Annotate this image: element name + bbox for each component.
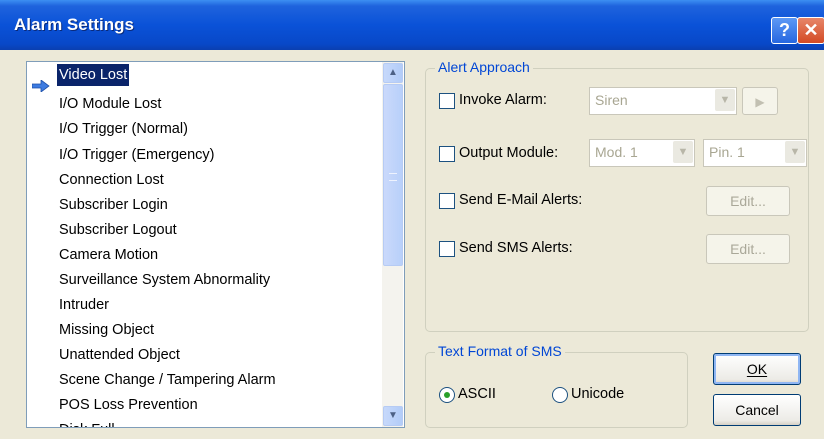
sms-edit-button[interactable]: Edit... bbox=[706, 234, 790, 264]
list-item-disk-full[interactable]: Disk Full bbox=[59, 419, 115, 427]
email-edit-button[interactable]: Edit... bbox=[706, 186, 790, 216]
close-button[interactable]: ✕ bbox=[797, 17, 824, 44]
chevron-down-icon: ▼ bbox=[785, 141, 805, 163]
alarm-sound-value: Siren bbox=[595, 92, 628, 108]
list-item-subscriber-logout[interactable]: Subscriber Logout bbox=[59, 219, 177, 241]
ascii-radio[interactable] bbox=[439, 387, 455, 403]
sms-format-title: Text Format of SMS bbox=[435, 343, 565, 359]
email-alerts-checkbox[interactable] bbox=[439, 193, 455, 209]
list-scrollbar[interactable]: ▲ ▼ bbox=[382, 62, 403, 427]
list-item-camera-motion[interactable]: Camera Motion bbox=[59, 244, 158, 266]
sms-alerts-label: Send SMS Alerts: bbox=[459, 240, 573, 256]
scroll-thumb[interactable] bbox=[383, 84, 403, 266]
scroll-up-icon[interactable]: ▲ bbox=[383, 63, 403, 83]
unicode-radio-label: Unicode bbox=[571, 386, 625, 402]
list-item-intruder[interactable]: Intruder bbox=[59, 294, 109, 316]
chevron-down-icon: ▼ bbox=[673, 141, 693, 163]
list-item-subscriber-login[interactable]: Subscriber Login bbox=[59, 194, 168, 216]
alert-approach-title: Alert Approach bbox=[435, 59, 533, 75]
output-pin-value: Pin. 1 bbox=[709, 144, 745, 160]
cancel-label: Cancel bbox=[735, 402, 779, 418]
sms-alerts-checkbox[interactable] bbox=[439, 241, 455, 257]
alarm-settings-dialog: Alarm Settings ? ✕ Video Lost I/O Module… bbox=[0, 0, 824, 439]
ascii-radio-label: ASCII bbox=[458, 386, 496, 402]
list-item-io-trigger-emergency[interactable]: I/O Trigger (Emergency) bbox=[59, 144, 215, 166]
list-item-surveillance-system-abnormality[interactable]: Surveillance System Abnormality bbox=[59, 269, 270, 291]
unicode-radio[interactable] bbox=[552, 387, 568, 403]
play-icon: ▶ bbox=[755, 95, 765, 109]
email-alerts-label: Send E-Mail Alerts: bbox=[459, 192, 583, 208]
list-item-io-trigger-normal[interactable]: I/O Trigger (Normal) bbox=[59, 118, 188, 140]
ok-button[interactable]: OK bbox=[713, 353, 801, 385]
output-module-label: Output Module: bbox=[459, 145, 559, 161]
output-module-select[interactable]: Mod. 1 ▼ bbox=[589, 139, 695, 167]
scroll-down-icon[interactable]: ▼ bbox=[383, 406, 403, 426]
play-alarm-button[interactable]: ▶ bbox=[742, 87, 778, 115]
output-module-checkbox[interactable] bbox=[439, 146, 455, 162]
help-button[interactable]: ? bbox=[771, 17, 798, 44]
cancel-button[interactable]: Cancel bbox=[713, 394, 801, 426]
alarm-type-list[interactable]: Video Lost I/O Module Lost I/O Trigger (… bbox=[26, 61, 405, 428]
window-title: Alarm Settings bbox=[14, 15, 134, 34]
selected-arrow-icon bbox=[32, 80, 50, 92]
list-item-video-lost[interactable]: Video Lost bbox=[55, 63, 131, 87]
chevron-down-icon: ▼ bbox=[715, 89, 735, 111]
output-module-value: Mod. 1 bbox=[595, 144, 638, 160]
output-pin-select[interactable]: Pin. 1 ▼ bbox=[703, 139, 807, 167]
list-item-scene-change[interactable]: Scene Change / Tampering Alarm bbox=[59, 369, 276, 391]
ok-label: OK bbox=[746, 361, 768, 377]
list-item-connection-lost[interactable]: Connection Lost bbox=[59, 169, 164, 191]
list-item-missing-object[interactable]: Missing Object bbox=[59, 319, 154, 341]
list-item-io-module-lost[interactable]: I/O Module Lost bbox=[59, 93, 161, 115]
list-item-unattended-object[interactable]: Unattended Object bbox=[59, 344, 180, 366]
list-item-pos-loss-prevention[interactable]: POS Loss Prevention bbox=[59, 394, 198, 416]
invoke-alarm-checkbox[interactable] bbox=[439, 93, 455, 109]
invoke-alarm-label: Invoke Alarm: bbox=[459, 92, 547, 108]
title-bar[interactable]: Alarm Settings ? ✕ bbox=[0, 0, 824, 50]
alarm-sound-select[interactable]: Siren ▼ bbox=[589, 87, 737, 115]
